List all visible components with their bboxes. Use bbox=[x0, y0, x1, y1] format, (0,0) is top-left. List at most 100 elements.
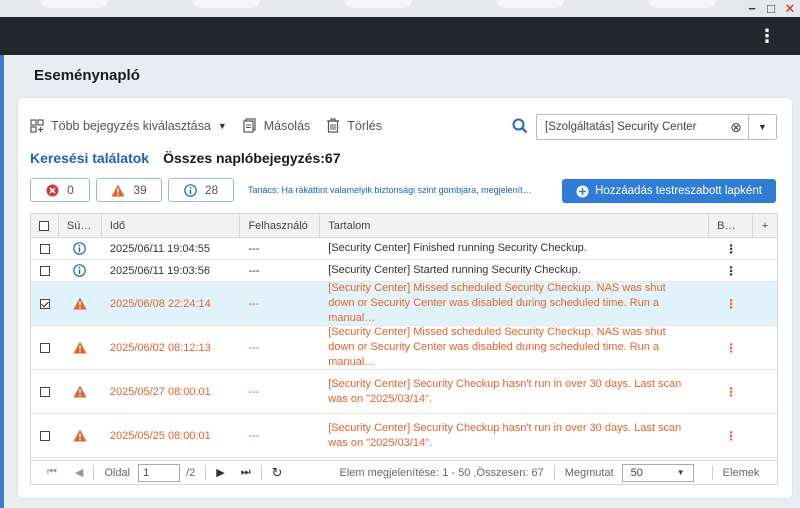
row-time: 2025/06/08 22:24:14 bbox=[109, 297, 211, 310]
table-row[interactable]: 2025/06/11 19:03:56 --- [Security Center] … bbox=[31, 260, 777, 282]
select-multiple-button[interactable]: Több bejegyzés kiválasztása ▼ bbox=[30, 119, 227, 133]
minimize-button[interactable]: − bbox=[746, 1, 758, 16]
page-size-select[interactable]: 50 ▼ bbox=[621, 463, 694, 482]
delete-label: Törlés bbox=[347, 118, 383, 133]
bg-tab bbox=[648, 0, 716, 8]
row-checkbox[interactable] bbox=[31, 326, 59, 369]
col-user[interactable]: Felhasználó bbox=[240, 214, 321, 238]
trash-icon bbox=[327, 118, 340, 133]
add-custom-tab-button[interactable]: Hozzáadás testreszabott lapként bbox=[562, 179, 776, 203]
add-tab-icon bbox=[576, 185, 589, 197]
row-time: 2025/05/25 08:00:01 bbox=[109, 429, 211, 442]
row-content: [Security Center] Security Checkup hasn'… bbox=[328, 421, 682, 449]
row-checkbox[interactable] bbox=[31, 370, 59, 413]
row-checkbox[interactable] bbox=[31, 414, 59, 457]
warning-icon bbox=[111, 184, 125, 196]
pagination-bar: ⏮ ◀ Oldal 1 /2 ▶ ⏭ ↻ Elem megjelenítése:… bbox=[30, 461, 778, 485]
table-row[interactable]: 2025/06/02 08:12:13 --- [Security Center] … bbox=[31, 326, 777, 370]
info-icon bbox=[184, 183, 197, 197]
row-time: 2025/06/11 19:03:56 bbox=[109, 264, 210, 277]
clear-icon[interactable]: ⊗ bbox=[724, 119, 748, 136]
col-b[interactable]: B… bbox=[709, 214, 754, 238]
search-options-dropdown[interactable]: ▼ bbox=[748, 115, 776, 139]
row-menu-icon[interactable]: ⋮ bbox=[709, 238, 753, 259]
warning-count: 39 bbox=[133, 183, 147, 197]
bg-tab bbox=[344, 0, 412, 8]
app-header bbox=[0, 17, 800, 55]
bg-tab bbox=[496, 0, 564, 8]
col-time[interactable]: Idő bbox=[102, 214, 241, 238]
delete-button[interactable]: Törlés bbox=[326, 118, 382, 133]
search-field[interactable]: [Szolgáltatás] Security Center ⊗ ▼ bbox=[536, 114, 777, 140]
row-checkbox[interactable] bbox=[31, 238, 59, 259]
row-user: --- bbox=[248, 429, 260, 442]
warning-icon bbox=[59, 282, 102, 325]
table-row[interactable]: 2025/06/08 22:24:14 --- [Security Center] … bbox=[31, 282, 777, 326]
row-checkbox[interactable] bbox=[31, 282, 59, 325]
row-user: --- bbox=[248, 242, 260, 255]
info-icon bbox=[59, 260, 102, 281]
row-user: --- bbox=[248, 297, 260, 310]
warning-icon bbox=[59, 326, 102, 369]
copy-button[interactable]: Másolás bbox=[243, 118, 310, 133]
select-multiple-icon bbox=[30, 118, 44, 133]
page-total: /2 bbox=[186, 466, 196, 479]
prev-page-icon[interactable]: ◀ bbox=[75, 466, 83, 479]
table-header: Sú… Idő Felhasználó Tartalom B… + bbox=[31, 214, 777, 238]
row-user: --- bbox=[248, 341, 260, 354]
bg-tab bbox=[192, 0, 260, 8]
add-tab-label: Hozzáadás testreszabott lapként bbox=[595, 185, 762, 197]
table-row[interactable]: 2025/05/27 08:00:01 --- [Security Center] … bbox=[31, 370, 777, 414]
close-button[interactable]: ✕ bbox=[784, 1, 796, 17]
add-column-button[interactable]: + bbox=[753, 214, 777, 238]
info-filter-button[interactable]: 28 bbox=[168, 178, 234, 202]
row-checkbox[interactable] bbox=[31, 260, 59, 281]
last-page-icon[interactable]: ⏭ bbox=[241, 466, 251, 479]
error-filter-button[interactable]: 0 bbox=[30, 178, 90, 202]
search-icon[interactable] bbox=[512, 118, 528, 134]
search-results-label: Keresési találatok bbox=[30, 150, 150, 166]
row-menu-icon[interactable]: ⋮ bbox=[709, 370, 753, 413]
error-icon bbox=[46, 184, 59, 196]
more-options-icon[interactable]: ⋮ bbox=[758, 27, 776, 45]
items-label: Elemek bbox=[722, 466, 760, 479]
copy-icon bbox=[243, 118, 256, 133]
row-menu-icon[interactable]: ⋮ bbox=[709, 414, 753, 457]
select-all-checkbox[interactable] bbox=[31, 214, 59, 238]
display-info: Elem megjelenítése: 1 - 50 ,Összesen: 67 bbox=[339, 466, 544, 479]
next-page-icon[interactable]: ▶ bbox=[216, 466, 224, 479]
row-user: --- bbox=[248, 264, 260, 277]
row-menu-icon[interactable]: ⋮ bbox=[709, 326, 753, 369]
page-number-input[interactable]: 1 bbox=[138, 463, 181, 482]
row-time: 2025/05/27 08:00:01 bbox=[109, 385, 211, 398]
row-content: [Security Center] Missed scheduled Secur… bbox=[328, 326, 666, 368]
maximize-button[interactable]: □ bbox=[765, 1, 777, 16]
col-severity[interactable]: Sú… bbox=[59, 214, 102, 238]
warning-icon bbox=[59, 370, 102, 413]
caret-down-icon: ▼ bbox=[217, 120, 227, 131]
event-table: Sú… Idő Felhasználó Tartalom B… + 2025/0… bbox=[30, 213, 778, 461]
col-content[interactable]: Tartalom bbox=[320, 214, 710, 238]
first-page-icon[interactable]: ⏮ bbox=[47, 466, 57, 479]
row-content: [Security Center] Finished running Secur… bbox=[328, 242, 587, 254]
row-time: 2025/06/11 19:04:55 bbox=[109, 242, 210, 255]
row-menu-icon[interactable]: ⋮ bbox=[709, 282, 753, 325]
row-user: --- bbox=[248, 385, 260, 398]
page-title: Eseménynapló bbox=[34, 67, 140, 84]
search-input[interactable]: [Szolgáltatás] Security Center bbox=[537, 121, 724, 133]
row-menu-icon[interactable]: ⋮ bbox=[709, 260, 753, 281]
table-row[interactable]: 2025/06/11 19:04:55 --- [Security Center] … bbox=[31, 238, 777, 260]
bg-tab bbox=[40, 0, 108, 8]
error-count: 0 bbox=[67, 183, 74, 197]
select-multiple-label: Több bejegyzés kiválasztása bbox=[51, 118, 211, 133]
info-icon bbox=[59, 238, 102, 259]
row-content: [Security Center] Security Checkup hasn'… bbox=[328, 377, 682, 405]
warning-icon bbox=[59, 414, 102, 457]
event-log-panel: Több bejegyzés kiválasztása ▼ Másolás Tö… bbox=[18, 98, 792, 498]
refresh-icon[interactable]: ↻ bbox=[272, 465, 283, 481]
table-row[interactable]: 2025/05/25 08:00:01 --- [Security Center] … bbox=[31, 414, 777, 458]
row-content: [Security Center] Started running Securi… bbox=[328, 264, 581, 276]
warning-filter-button[interactable]: 39 bbox=[96, 178, 162, 202]
filter-hint: Tanács: Ha rákattint valamelyik biztonsá… bbox=[248, 185, 532, 195]
total-entries: Összes naplóbejegyzés:67 bbox=[163, 150, 341, 166]
